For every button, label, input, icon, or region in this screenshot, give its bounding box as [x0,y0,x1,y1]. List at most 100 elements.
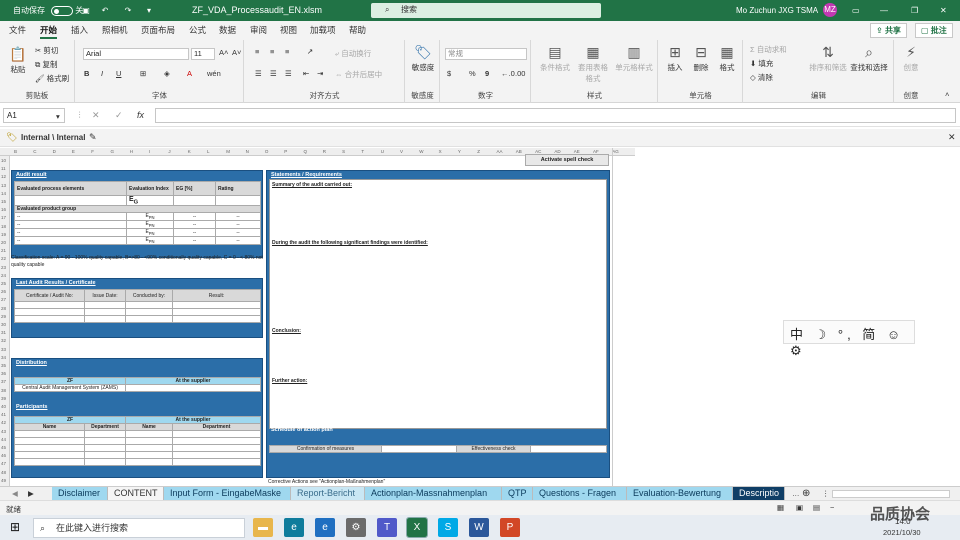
underline-icon[interactable]: U [116,69,121,78]
table-row[interactable] [14,430,261,438]
conditional-format-button[interactable]: ▤ 条件格式 [538,44,572,73]
eg-symbol-cell[interactable]: EG [126,194,174,207]
orientation-icon[interactable]: ↗ [307,47,313,56]
find-select-button[interactable]: ⌕ 查找和选择 [848,44,890,73]
prev-sheet-icon[interactable]: ◀ [12,489,18,498]
column-header[interactable]: C [33,149,36,154]
column-header[interactable]: AA [497,149,503,154]
currency-icon[interactable]: $ [447,69,451,78]
row-header[interactable]: 29 [1,314,6,319]
row-header[interactable]: 34 [1,355,6,360]
column-header[interactable]: X [439,149,442,154]
align-center-icon[interactable]: ☰ [270,69,277,78]
row-header[interactable]: 41 [1,412,6,417]
column-header[interactable]: Z [477,149,480,154]
font-color-icon[interactable]: A [187,69,192,78]
row-header[interactable]: 40 [1,404,6,409]
row-header[interactable]: 18 [1,224,6,229]
sheet-tab-disclaimer[interactable]: Disclaimer [52,487,108,500]
column-header[interactable]: K [188,149,191,154]
table-row[interactable]: -- EPN -- -- [14,236,261,246]
row-header[interactable]: 25 [1,281,6,286]
eg-label-cell[interactable] [14,194,127,207]
tab-insert[interactable]: 插入 [71,24,88,36]
row-header[interactable]: 27 [1,297,6,302]
column-header[interactable]: U [381,149,384,154]
align-middle-icon[interactable]: ≡ [270,47,274,56]
column-header[interactable]: E [72,149,75,154]
column-header[interactable]: D [53,149,56,154]
paste-button[interactable]: 📋 粘贴 [6,46,30,75]
customize-qat-icon[interactable]: ▾ [143,4,155,16]
creative-button[interactable]: ⚡ 创意 [899,44,923,73]
format-cells-button[interactable]: ▦ 格式 [715,44,739,73]
copy-button[interactable]: ⧉ 复制 [35,59,57,70]
column-header[interactable]: V [400,149,403,154]
row-header[interactable]: 36 [1,371,6,376]
settings-icon[interactable]: ⚙ [346,518,366,537]
restore-icon[interactable]: ❐ [911,4,918,17]
effectiveness-value[interactable] [530,445,607,453]
cell-styles-button[interactable]: ▥ 单元格样式 [614,44,654,73]
row-header[interactable]: 22 [1,256,6,261]
share-button[interactable]: ⇪ 共享 [870,23,907,38]
insert-function-button[interactable]: fx [137,110,144,120]
column-header[interactable]: R [323,149,326,154]
table-row[interactable] [14,308,261,316]
close-infobar-icon[interactable]: ✕ [948,132,956,143]
tab-file[interactable]: 文件 [9,24,26,36]
column-header[interactable]: F [91,149,94,154]
eg-rating-cell[interactable] [215,194,261,207]
fill-button[interactable]: ⬇ 填充 [750,58,773,69]
column-header[interactable]: S [342,149,345,154]
format-painter-button[interactable]: 🖌 格式刷 [35,73,69,84]
taskbar-search[interactable]: ⌕ 在此键入进行搜索 [33,518,245,538]
column-header[interactable]: M [226,149,230,154]
comments-button[interactable]: ▢ 批注 [915,23,953,38]
row-header[interactable]: 38 [1,388,6,393]
indent-increase-icon[interactable]: ⇥ [317,69,323,78]
sheet-tab-questions[interactable]: Questions - Fragen [533,487,627,500]
tab-formulas[interactable]: 公式 [189,24,206,36]
table-row[interactable] [14,451,261,459]
row-header[interactable]: 28 [1,306,6,311]
name-box-dropdown-icon[interactable]: ▾ [56,112,60,121]
comma-icon[interactable]: 9 [485,69,489,78]
sheet-tab-qtp[interactable]: QTP [502,487,533,500]
column-header[interactable]: O [265,149,269,154]
row-header[interactable]: 16 [1,207,6,212]
row-header[interactable]: 44 [1,437,6,442]
table-row[interactable]: -- EPN -- -- [14,220,261,230]
ribbon-display-icon[interactable]: ▭ [852,4,860,17]
row-header[interactable]: 37 [1,379,6,384]
shrink-font-icon[interactable]: A˅ [232,48,241,57]
row-header[interactable]: 33 [1,347,6,352]
table-row[interactable]: -- EPN -- -- [14,212,261,222]
row-header[interactable]: 48 [1,470,6,475]
percent-icon[interactable]: % [469,69,476,78]
undo-icon[interactable]: ↶ [99,4,111,16]
row-header[interactable]: 49 [1,478,6,483]
decrease-decimal-icon[interactable]: .00 [515,69,525,78]
formula-input[interactable] [155,108,956,123]
row-header[interactable]: 14 [1,191,6,196]
wrap-text-button[interactable]: ⤶ 自动换行 [335,48,371,59]
tab-addins[interactable]: 加载项 [310,24,336,36]
column-header[interactable]: L [207,149,210,154]
column-header[interactable]: N [246,149,249,154]
row-header[interactable]: 21 [1,248,6,253]
windows-start-icon[interactable]: ⊞ [10,520,20,534]
sheet-tab-input-form[interactable]: Input Form - EingabeMaske [164,487,291,500]
row-header[interactable]: 35 [1,363,6,368]
ime-toolbar[interactable]: 中 ☽ °, 简 ☺ ⚙ [783,320,915,358]
row-header[interactable]: 32 [1,338,6,343]
indent-decrease-icon[interactable]: ⇤ [303,69,309,78]
clear-button[interactable]: ◇ 清除 [750,72,773,83]
sheet-tab-actionplan[interactable]: Actionplan-Massnahmenplan [365,487,502,500]
sheet-tab-content[interactable]: CONTENT [108,487,164,500]
sheet-tab-description[interactable]: Descriptio [733,487,785,500]
font-name-select[interactable]: Arial [83,48,189,60]
page-break-view-icon[interactable]: ▤ [813,503,820,512]
font-size-select[interactable]: 11 [191,48,215,60]
autosum-button[interactable]: Σ 自动求和 [750,44,787,55]
